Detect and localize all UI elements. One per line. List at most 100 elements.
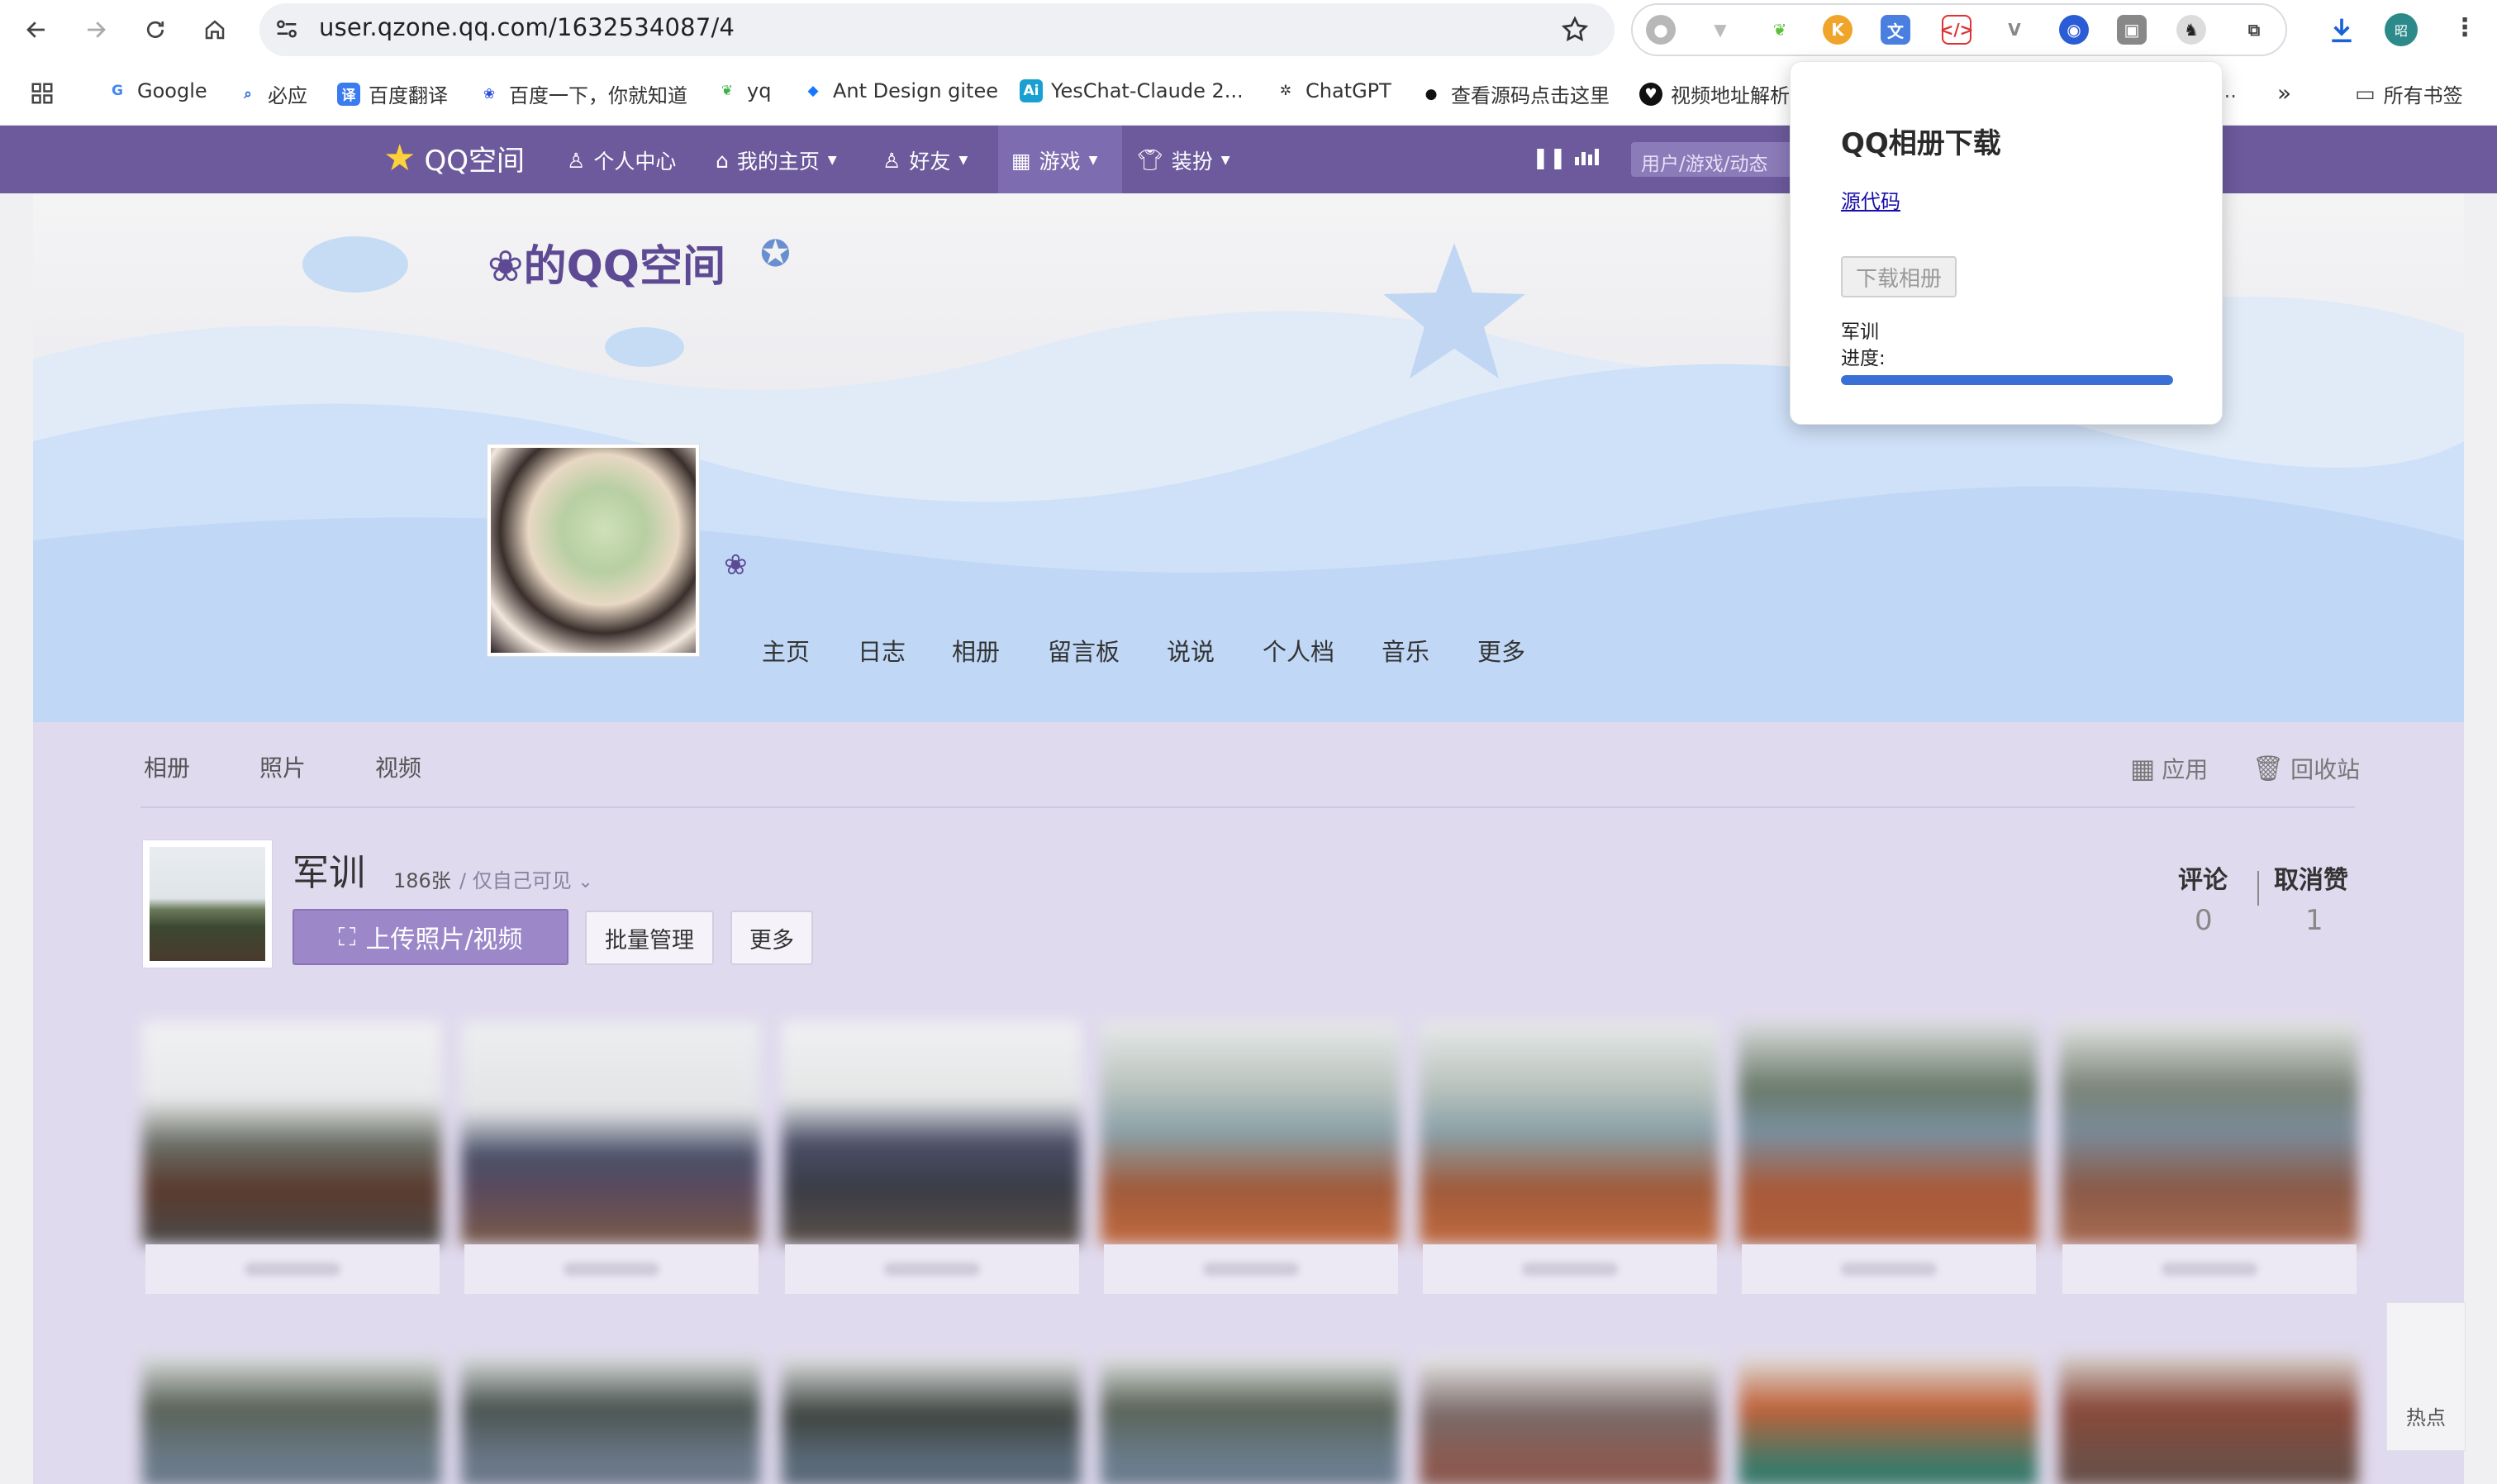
photo-thumbnail[interactable] bbox=[1420, 1021, 1719, 1244]
qzone-search-input[interactable]: 用户/游戏/动态 bbox=[1631, 142, 1805, 177]
photo-thumbnail[interactable] bbox=[2059, 1355, 2358, 1484]
tab-albums[interactable]: 相册 bbox=[144, 750, 190, 783]
folder-icon: ▭ bbox=[2355, 81, 2376, 107]
window-extension-icon[interactable]: ▣ bbox=[2117, 15, 2147, 45]
home-icon: ⌂ bbox=[716, 148, 729, 173]
tab-videos[interactable]: 视频 bbox=[375, 750, 421, 783]
coin-extension-icon[interactable]: K bbox=[1823, 15, 1853, 45]
trash-icon: 🗑︎ bbox=[2252, 754, 2285, 783]
menu-icon[interactable]: ⋮ bbox=[2452, 13, 2477, 42]
photo-caption bbox=[464, 1244, 759, 1294]
bookmark-google[interactable]: G Google bbox=[106, 79, 207, 102]
subnav-blog[interactable]: 日志 bbox=[858, 633, 906, 668]
photo-thumbnail[interactable] bbox=[142, 1021, 441, 1244]
photo-thumbnail[interactable] bbox=[461, 1355, 760, 1484]
bookmark-star-icon[interactable] bbox=[1560, 15, 1590, 45]
user-icon: ♙ bbox=[567, 148, 586, 173]
visibility-select[interactable]: / 仅自己可见 ⌄ bbox=[459, 864, 593, 893]
subnav-home[interactable]: 主页 bbox=[762, 633, 810, 668]
photo-thumbnail[interactable] bbox=[782, 1355, 1081, 1484]
more-button[interactable]: 更多 bbox=[730, 911, 813, 965]
photo-caption bbox=[1423, 1244, 1717, 1294]
apps-grid-icon[interactable] bbox=[30, 81, 55, 106]
bookmark-view-source[interactable]: ● 查看源码点击这里 bbox=[1420, 79, 1610, 108]
nav-games[interactable]: ▦ 游戏 ▼ bbox=[1011, 145, 1097, 175]
leaf-extension-icon[interactable]: ❦ bbox=[1765, 15, 1795, 45]
source-code-link[interactable]: 源代码 bbox=[1841, 185, 1900, 214]
nav-personal-center[interactable]: ♙ 个人中心 bbox=[567, 145, 676, 175]
qzone-logo[interactable]: ★ QQ空间 bbox=[383, 137, 525, 179]
comments-label[interactable]: 评论 bbox=[2178, 859, 2228, 896]
extension-icon[interactable]: ● bbox=[1646, 15, 1676, 45]
nav-friends[interactable]: ♙ 好友 ▼ bbox=[882, 145, 968, 175]
subnav-more[interactable]: 更多 bbox=[1477, 633, 1525, 668]
all-bookmarks[interactable]: ▭ 所有书签 bbox=[2355, 79, 2463, 108]
progress-bar bbox=[1841, 375, 2173, 385]
site-info-icon[interactable] bbox=[273, 15, 301, 43]
stat-divider bbox=[2257, 871, 2259, 906]
qq-penguin-extension-icon[interactable]: ♞ bbox=[2176, 15, 2206, 45]
openai-icon: ✲ bbox=[1274, 79, 1297, 102]
code-extension-icon[interactable]: </> bbox=[1940, 15, 1973, 45]
apps-link[interactable]: ▦ 应用 bbox=[2130, 752, 2208, 785]
photo-thumbnail[interactable] bbox=[1738, 1021, 2038, 1244]
nav-dressup[interactable]: 👕︎ 装扮 ▼ bbox=[1137, 145, 1230, 175]
photo-thumbnail[interactable] bbox=[461, 1021, 760, 1244]
vip-badge-icon[interactable]: ✪ bbox=[760, 233, 791, 275]
photo-thumbnail[interactable] bbox=[1420, 1355, 1719, 1484]
url-text[interactable]: user.qzone.qq.com/1632534087/4 bbox=[319, 13, 735, 41]
download-album-button[interactable]: 下载相册 bbox=[1841, 256, 1957, 297]
page-margin-left bbox=[0, 193, 33, 1484]
antd-icon: ◆ bbox=[801, 79, 825, 102]
album-title: 军训 bbox=[293, 852, 365, 894]
bookmark-baidu[interactable]: ❀ 百度一下，你就知道 bbox=[478, 79, 687, 108]
profile-avatar[interactable]: 昭 bbox=[2385, 13, 2418, 46]
heart-icon: ♥ bbox=[1639, 82, 1662, 106]
bookmark-yeschat[interactable]: Ai YesChat-Claude 2... bbox=[1020, 79, 1244, 102]
vue-extension-icon[interactable]: V bbox=[2000, 15, 2029, 45]
bookmark-baidu-translate[interactable]: 译百度翻译 bbox=[337, 79, 448, 108]
friends-icon: ♙ bbox=[882, 148, 901, 173]
recycle-bin-link[interactable]: 🗑︎ 回收站 bbox=[2252, 752, 2360, 785]
bookmark-chatgpt[interactable]: ✲ ChatGPT bbox=[1274, 79, 1391, 102]
subnav-music[interactable]: 音乐 bbox=[1382, 633, 1429, 668]
reload-icon[interactable] bbox=[137, 12, 174, 48]
subnav-shuoshuo[interactable]: 说说 bbox=[1167, 633, 1215, 668]
puzzle-extensions-icon[interactable]: ⧉ bbox=[2239, 15, 2269, 45]
space-title: ❀的QQ空间 bbox=[488, 242, 725, 292]
photo-thumbnail[interactable] bbox=[1101, 1355, 1400, 1484]
photo-thumbnail[interactable] bbox=[1101, 1021, 1400, 1244]
filter-extension-icon[interactable]: ▼ bbox=[1705, 15, 1735, 45]
subnav-guestbook[interactable]: 留言板 bbox=[1048, 633, 1120, 668]
photo-thumbnail[interactable] bbox=[2059, 1021, 2358, 1244]
avatar[interactable] bbox=[488, 445, 699, 656]
batch-manage-button[interactable]: 批量管理 bbox=[585, 911, 714, 965]
translate-extension-icon[interactable]: 文 bbox=[1881, 15, 1910, 45]
flower-icon: ❀ bbox=[724, 549, 748, 582]
more-bookmarks-icon[interactable]: » bbox=[2277, 79, 2291, 107]
bookmark-video-parse[interactable]: ♥ 视频地址解析 bbox=[1639, 79, 1790, 108]
upload-button[interactable]: ⛶ 上传照片/视频 bbox=[293, 909, 568, 965]
bookmark-bing[interactable]: ⌕ 必应 bbox=[236, 79, 307, 108]
image-upload-icon: ⛶ bbox=[338, 922, 356, 952]
unlike-label[interactable]: 取消赞 bbox=[2274, 859, 2348, 896]
subnav-profile[interactable]: 个人档 bbox=[1263, 633, 1334, 668]
home-icon[interactable] bbox=[197, 12, 233, 48]
bookmark-yq[interactable]: ❦ yq bbox=[716, 79, 771, 102]
photo-thumbnail[interactable] bbox=[1738, 1355, 2038, 1484]
back-icon[interactable] bbox=[18, 12, 55, 48]
forward-icon[interactable] bbox=[78, 12, 114, 48]
photo-caption bbox=[1742, 1244, 2036, 1294]
pause-icon[interactable]: ❚❚ bbox=[1532, 145, 1567, 169]
photo-thumbnail[interactable] bbox=[782, 1021, 1081, 1244]
photo-thumbnail[interactable] bbox=[142, 1355, 441, 1484]
chart-icon[interactable] bbox=[1573, 145, 1600, 167]
circle-extension-icon[interactable]: ◉ bbox=[2059, 15, 2089, 45]
popup-title: QQ相册下载 bbox=[1841, 127, 2001, 160]
tab-photos[interactable]: 照片 bbox=[259, 750, 306, 783]
bookmark-antd-gitee[interactable]: ◆ Ant Design gitee bbox=[801, 79, 998, 102]
subnav-album[interactable]: 相册 bbox=[952, 633, 1000, 668]
nav-my-home[interactable]: ⌂ 我的主页 ▼ bbox=[716, 145, 837, 175]
download-icon[interactable] bbox=[2325, 13, 2358, 46]
star-logo-icon: ★ bbox=[383, 137, 416, 179]
